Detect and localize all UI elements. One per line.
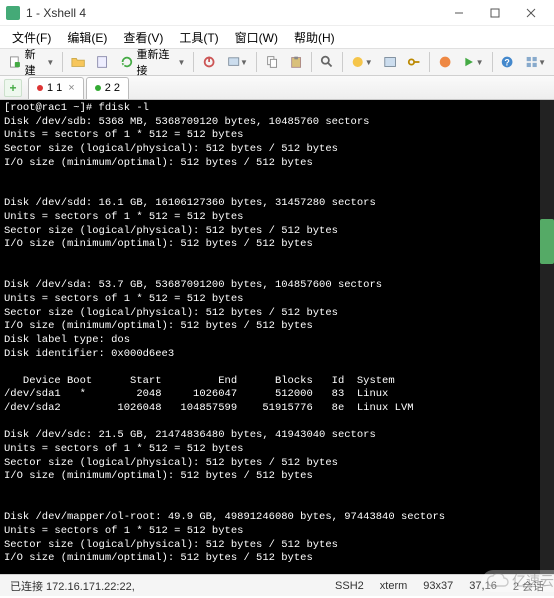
menubar: 文件(F) 编辑(E) 查看(V) 工具(T) 窗口(W) 帮助(H) xyxy=(0,26,554,48)
fullscreen-button[interactable] xyxy=(379,51,401,73)
watermark: 亿速云 xyxy=(482,570,554,592)
maximize-button[interactable] xyxy=(478,2,512,24)
toolbar-separator xyxy=(429,52,430,72)
run-button[interactable]: ▼ xyxy=(458,51,487,73)
new-button[interactable]: 新建 ▼ xyxy=(4,51,58,73)
terminal-output: Disk /dev/sdb: 5368 MB, 5368709120 bytes… xyxy=(4,116,445,565)
paste-button[interactable] xyxy=(285,51,307,73)
menu-edit[interactable]: 编辑(E) xyxy=(59,27,115,48)
menu-help[interactable]: 帮助(H) xyxy=(286,27,343,48)
xftp-button[interactable] xyxy=(434,51,456,73)
status-connection: 已连接 172.16.171.22:22, xyxy=(6,578,139,594)
tab-label: 1 1 xyxy=(47,82,62,94)
copy-icon xyxy=(265,54,279,70)
close-button[interactable] xyxy=(514,2,548,24)
terminal-prompt: [root@rac1 ~]# fdisk -l xyxy=(4,102,149,114)
tab-session-2[interactable]: 2 2 xyxy=(86,77,129,99)
minimize-button[interactable] xyxy=(442,2,476,24)
watermark-text: 亿速云 xyxy=(512,571,554,591)
statusbar: 已连接 172.16.171.22:22, SSH2 xterm 93x37 3… xyxy=(0,574,554,596)
palette-icon xyxy=(351,54,364,70)
fullscreen-icon xyxy=(383,54,397,70)
document-icon xyxy=(95,54,109,70)
play-icon xyxy=(462,54,475,70)
layout-icon xyxy=(525,54,538,70)
status-size: 93x37 xyxy=(419,580,457,592)
screen-icon xyxy=(227,54,240,70)
toolbar-separator xyxy=(342,52,343,72)
toolbar-separator xyxy=(256,52,257,72)
add-tab-button[interactable]: + xyxy=(4,79,22,97)
disconnect-icon xyxy=(202,54,216,70)
properties-button[interactable] xyxy=(91,51,113,73)
key-icon xyxy=(407,54,421,70)
chevron-down-icon: ▼ xyxy=(240,58,248,67)
new-file-icon xyxy=(8,54,22,70)
toolbar-separator xyxy=(492,52,493,72)
toolbar-separator xyxy=(62,52,63,72)
toolbar-separator xyxy=(193,52,194,72)
menu-tools[interactable]: 工具(T) xyxy=(171,27,226,48)
disconnect-button[interactable] xyxy=(198,51,220,73)
reconnect-icon xyxy=(120,54,134,70)
window-title: 1 - Xshell 4 xyxy=(26,6,442,20)
session-button[interactable]: ▼ xyxy=(223,51,252,73)
status-dot-icon xyxy=(37,85,43,91)
chevron-down-icon: ▼ xyxy=(538,58,546,67)
terminal[interactable]: [root@rac1 ~]# fdisk -l Disk /dev/sdb: 5… xyxy=(0,100,554,574)
tab-close-button[interactable]: × xyxy=(68,82,74,94)
chevron-down-icon: ▼ xyxy=(178,58,186,67)
search-button[interactable] xyxy=(316,51,338,73)
scroll-thumb[interactable] xyxy=(540,219,554,264)
color-button[interactable]: ▼ xyxy=(347,51,376,73)
layout-button[interactable]: ▼ xyxy=(521,51,550,73)
status-dot-icon xyxy=(95,85,101,91)
chevron-down-icon: ▼ xyxy=(476,58,484,67)
menu-view[interactable]: 查看(V) xyxy=(115,27,171,48)
paste-icon xyxy=(289,54,303,70)
scrollbar[interactable] xyxy=(540,100,554,574)
titlebar: 1 - Xshell 4 xyxy=(0,0,554,26)
toolbar: 新建 ▼ 重新连接 ▼ ▼ ▼ ▼ ? ▼ xyxy=(0,48,554,76)
tab-session-1[interactable]: 1 1 × xyxy=(28,77,84,99)
help-button[interactable]: ? xyxy=(496,51,518,73)
status-ssh: SSH2 xyxy=(331,580,368,592)
tabstrip: + 1 1 × 2 2 xyxy=(0,76,554,100)
app-icon xyxy=(6,6,20,20)
cloud-icon xyxy=(486,573,510,589)
folder-icon xyxy=(71,54,85,70)
svg-text:?: ? xyxy=(505,58,510,68)
tab-label: 2 2 xyxy=(105,82,120,94)
transfer-icon xyxy=(438,54,452,70)
key-button[interactable] xyxy=(403,51,425,73)
open-button[interactable] xyxy=(67,51,89,73)
help-icon: ? xyxy=(500,54,514,70)
search-icon xyxy=(320,54,334,70)
chevron-down-icon: ▼ xyxy=(46,58,54,67)
reconnect-button[interactable]: 重新连接 ▼ xyxy=(116,51,190,73)
chevron-down-icon: ▼ xyxy=(365,58,373,67)
reconnect-button-label: 重新连接 xyxy=(136,46,174,78)
copy-button[interactable] xyxy=(261,51,283,73)
new-button-label: 新建 xyxy=(25,46,44,78)
toolbar-separator xyxy=(311,52,312,72)
menu-file[interactable]: 文件(F) xyxy=(4,27,59,48)
menu-window[interactable]: 窗口(W) xyxy=(227,27,286,48)
status-term: xterm xyxy=(376,580,412,592)
